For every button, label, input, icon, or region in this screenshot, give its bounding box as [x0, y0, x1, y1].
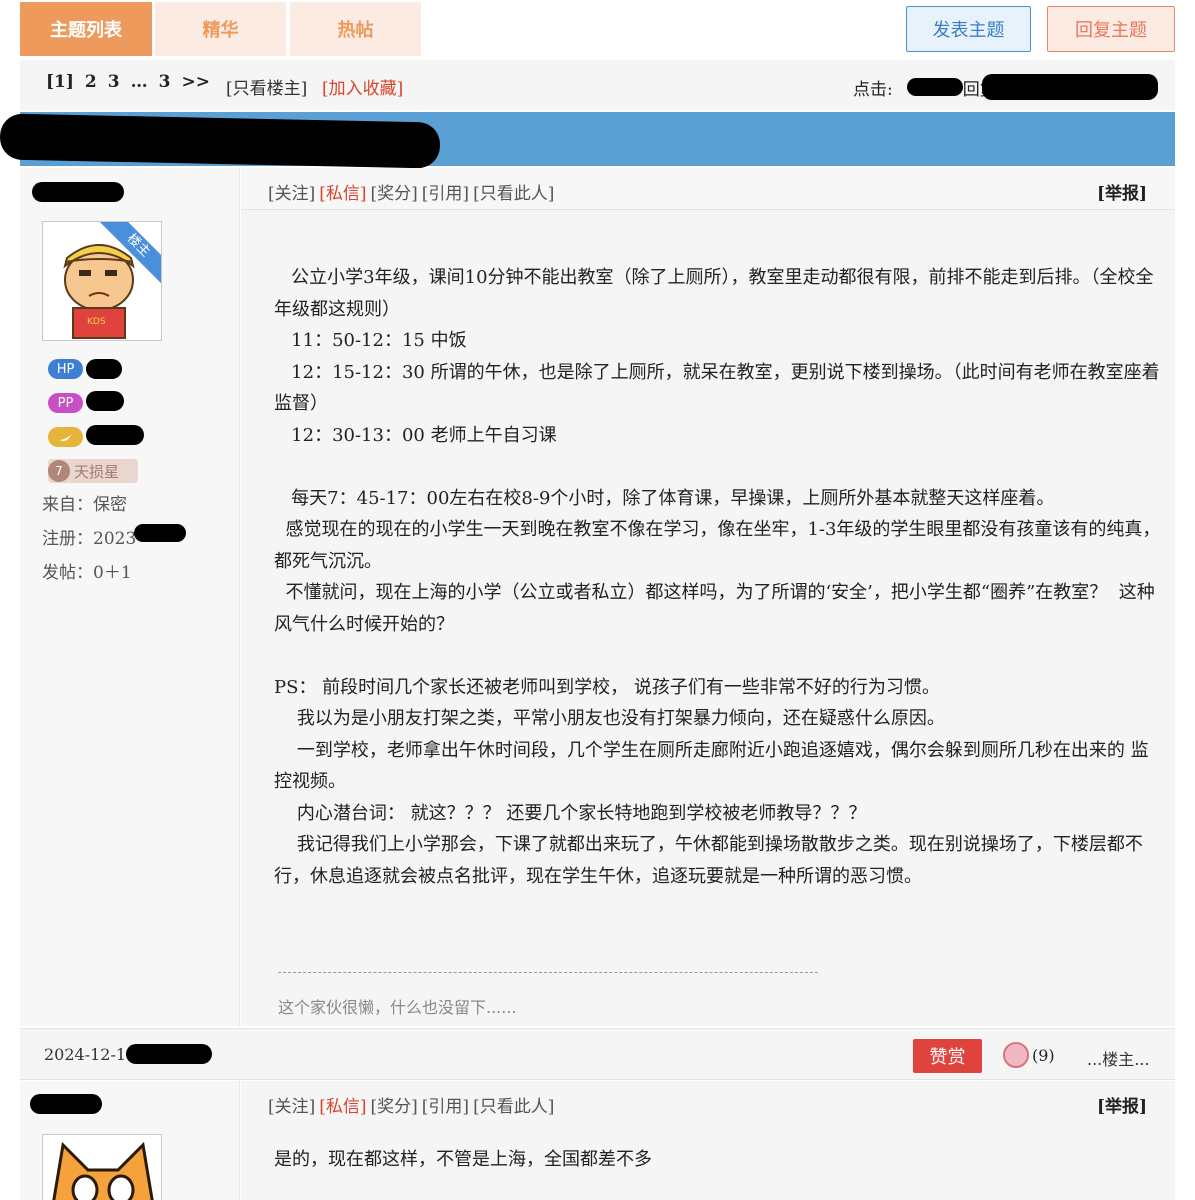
page-link-1[interactable]: [1]: [46, 72, 74, 92]
reply-content: 是的，现在都这样，不管是上海，全国都差不多: [274, 1149, 652, 1170]
floor-owner-link[interactable]: ...楼主...: [1087, 1046, 1150, 1070]
content-line: 11：50-12：15 中饭: [274, 330, 467, 351]
username-redacted: [32, 182, 124, 202]
post-action-links-2: [关注] [私信] [奖分] [引用] [只看此人]: [268, 1092, 554, 1117]
content-line: 12：15-12：30 所谓的午休，也是除了上厕所，就呆在教室，更别说下楼到操场…: [274, 361, 1160, 415]
banana-icon: [59, 434, 72, 442]
pp-value-redacted: [86, 391, 124, 411]
page-link-2[interactable]: 2: [85, 72, 97, 92]
reward-button[interactable]: 赞赏: [913, 1039, 982, 1073]
smile-reaction[interactable]: (9): [1003, 1042, 1055, 1068]
content-line: 不懂就问，现在上海的小学（公立或者私立）都这样吗，为了所谓的‘安全’，把小学生都…: [274, 582, 1155, 635]
coin-value-redacted: [86, 425, 144, 445]
thread-title-redacted: [0, 113, 441, 169]
pp-badge: PP: [48, 393, 83, 413]
page-next[interactable]: >>: [181, 72, 210, 92]
rank-badge: 7 天损星: [48, 459, 138, 483]
thread-stats: 点击: 回复:: [853, 74, 1159, 100]
content-line: 每天7：45-17：00左右在校8-9个小时，除了体育课，早操课，上厕所外基本就…: [274, 487, 1055, 509]
quote-link[interactable]: [引用]: [422, 179, 469, 204]
signature: 这个家伙很懒，什么也没留下......: [278, 998, 517, 1017]
tab-topic-list[interactable]: 主题列表: [20, 2, 152, 56]
smile-icon: [1003, 1042, 1029, 1068]
tab-hot[interactable]: 热帖: [290, 2, 421, 56]
user-post-count: 发帖：0＋1: [42, 563, 132, 583]
rank-icon: 7: [48, 460, 70, 482]
rank-label: 天损星: [74, 462, 120, 481]
page-ellipsis: …: [130, 72, 148, 92]
content-line: 感觉现在的现在的小学生一天到晚在教室不像在学习，像在坐牢，1-3年级的学生眼里都…: [274, 519, 1161, 572]
quote-link[interactable]: [引用]: [422, 1092, 469, 1117]
views-redacted: [906, 78, 963, 96]
only-this-user-link[interactable]: [只看此人]: [473, 179, 554, 204]
content-line: 一到学校，老师拿出午休时间段，几个学生在厕所走廊附近小跑追逐嬉戏，偶尔会躲到厕所…: [274, 739, 1149, 793]
reward-link[interactable]: [奖分]: [371, 179, 418, 204]
user-register-date: 注册：2023-: [42, 529, 143, 549]
pagination: [1] 2 3 … 3 >>: [46, 72, 210, 92]
only-this-user-link[interactable]: [只看此人]: [473, 1092, 554, 1117]
avatar-2[interactable]: [42, 1134, 162, 1200]
reward-link[interactable]: [奖分]: [371, 1092, 418, 1117]
private-message-link[interactable]: [私信]: [319, 179, 366, 204]
post-date-redacted: [126, 1044, 213, 1064]
replies-redacted: [982, 74, 1159, 100]
content-line: 公立小学3年级，课间10分钟不能出教室（除了上厕所），教室里走动都很有限，前排不…: [274, 267, 1154, 320]
only-owner-link[interactable]: [只看楼主]: [226, 74, 307, 99]
avatar[interactable]: KDS 楼主: [42, 221, 162, 341]
content-line: PS： 前段时间几个家长还被老师叫到学校， 说孩子们有一些非常不好的行为习惯。: [274, 676, 940, 698]
report-link[interactable]: [举报]: [1097, 179, 1147, 204]
views-label: 点击:: [853, 79, 893, 100]
cartoon-cat-avatar-icon: [43, 1135, 161, 1200]
content-line: 12：30-13：00 老师上午自习课: [274, 424, 557, 446]
post-content: 公立小学3年级，课间10分钟不能出教室（除了上厕所），教室里走动都很有限，前排不…: [274, 262, 1164, 892]
smile-count: (9): [1032, 1045, 1055, 1065]
content-line: [274, 451, 1164, 483]
svg-text:KDS: KDS: [87, 317, 106, 327]
page-link-3[interactable]: 3: [108, 72, 120, 92]
content-line: 内心潜台词： 就这？？？ 还要几个家长特地跑到学校被老师教导？？？: [274, 802, 867, 824]
hp-value-redacted: [86, 359, 122, 379]
register-date-redacted: [134, 524, 186, 542]
private-message-link[interactable]: [私信]: [319, 1092, 366, 1117]
reply-topic-button[interactable]: 回复主题: [1047, 6, 1175, 52]
content-line: 我以为是小朋友打架之类，平常小朋友也没有打架暴力倾向，还在疑惑什么原因。: [274, 708, 945, 729]
tab-featured[interactable]: 精华: [155, 2, 286, 56]
coin-badge: [48, 427, 83, 447]
post-date: 2024-12-1: [44, 1044, 213, 1064]
follow-link[interactable]: [关注]: [268, 179, 315, 204]
follow-link[interactable]: [关注]: [268, 1092, 315, 1117]
post-action-links: [关注] [私信] [奖分] [引用] [只看此人]: [268, 179, 554, 204]
user-location: 来自：保密: [42, 495, 127, 515]
hp-badge: HP: [48, 359, 83, 379]
add-favorite-link[interactable]: [加入收藏]: [322, 74, 403, 99]
content-line: 我记得我们上小学那会，下课了就都出来玩了，午休都能到操场散散步之类。现在别说操场…: [274, 834, 1143, 887]
page-link-last[interactable]: 3: [159, 72, 171, 92]
report-link-2[interactable]: [举报]: [1097, 1092, 1147, 1117]
signature-divider: [278, 972, 818, 973]
new-topic-button[interactable]: 发表主题: [906, 6, 1031, 52]
content-line: [274, 640, 1164, 672]
username-redacted-2: [30, 1094, 102, 1114]
post-date-text: 2024-12-1: [44, 1044, 127, 1064]
